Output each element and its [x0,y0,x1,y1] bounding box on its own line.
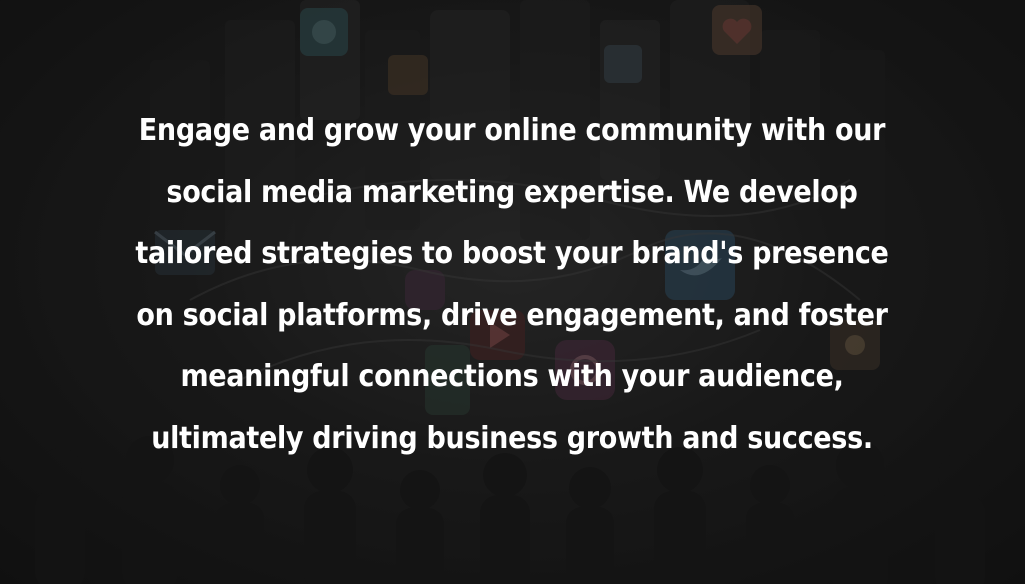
description-line: tailored strategies to boost your brand'… [135,236,889,271]
description-line: meaningful connections with your audienc… [180,359,844,394]
description-line: Engage and grow your online community wi… [138,113,886,148]
description-line: on social platforms, drive engagement, a… [136,297,888,333]
hero-banner: Engage and grow your online community wi… [0,0,1025,584]
description-line: ultimately driving business growth and s… [151,420,873,456]
description-line: social media marketing expertise. We dev… [166,174,858,210]
marketing-description: Engage and grow your online community wi… [62,100,962,469]
